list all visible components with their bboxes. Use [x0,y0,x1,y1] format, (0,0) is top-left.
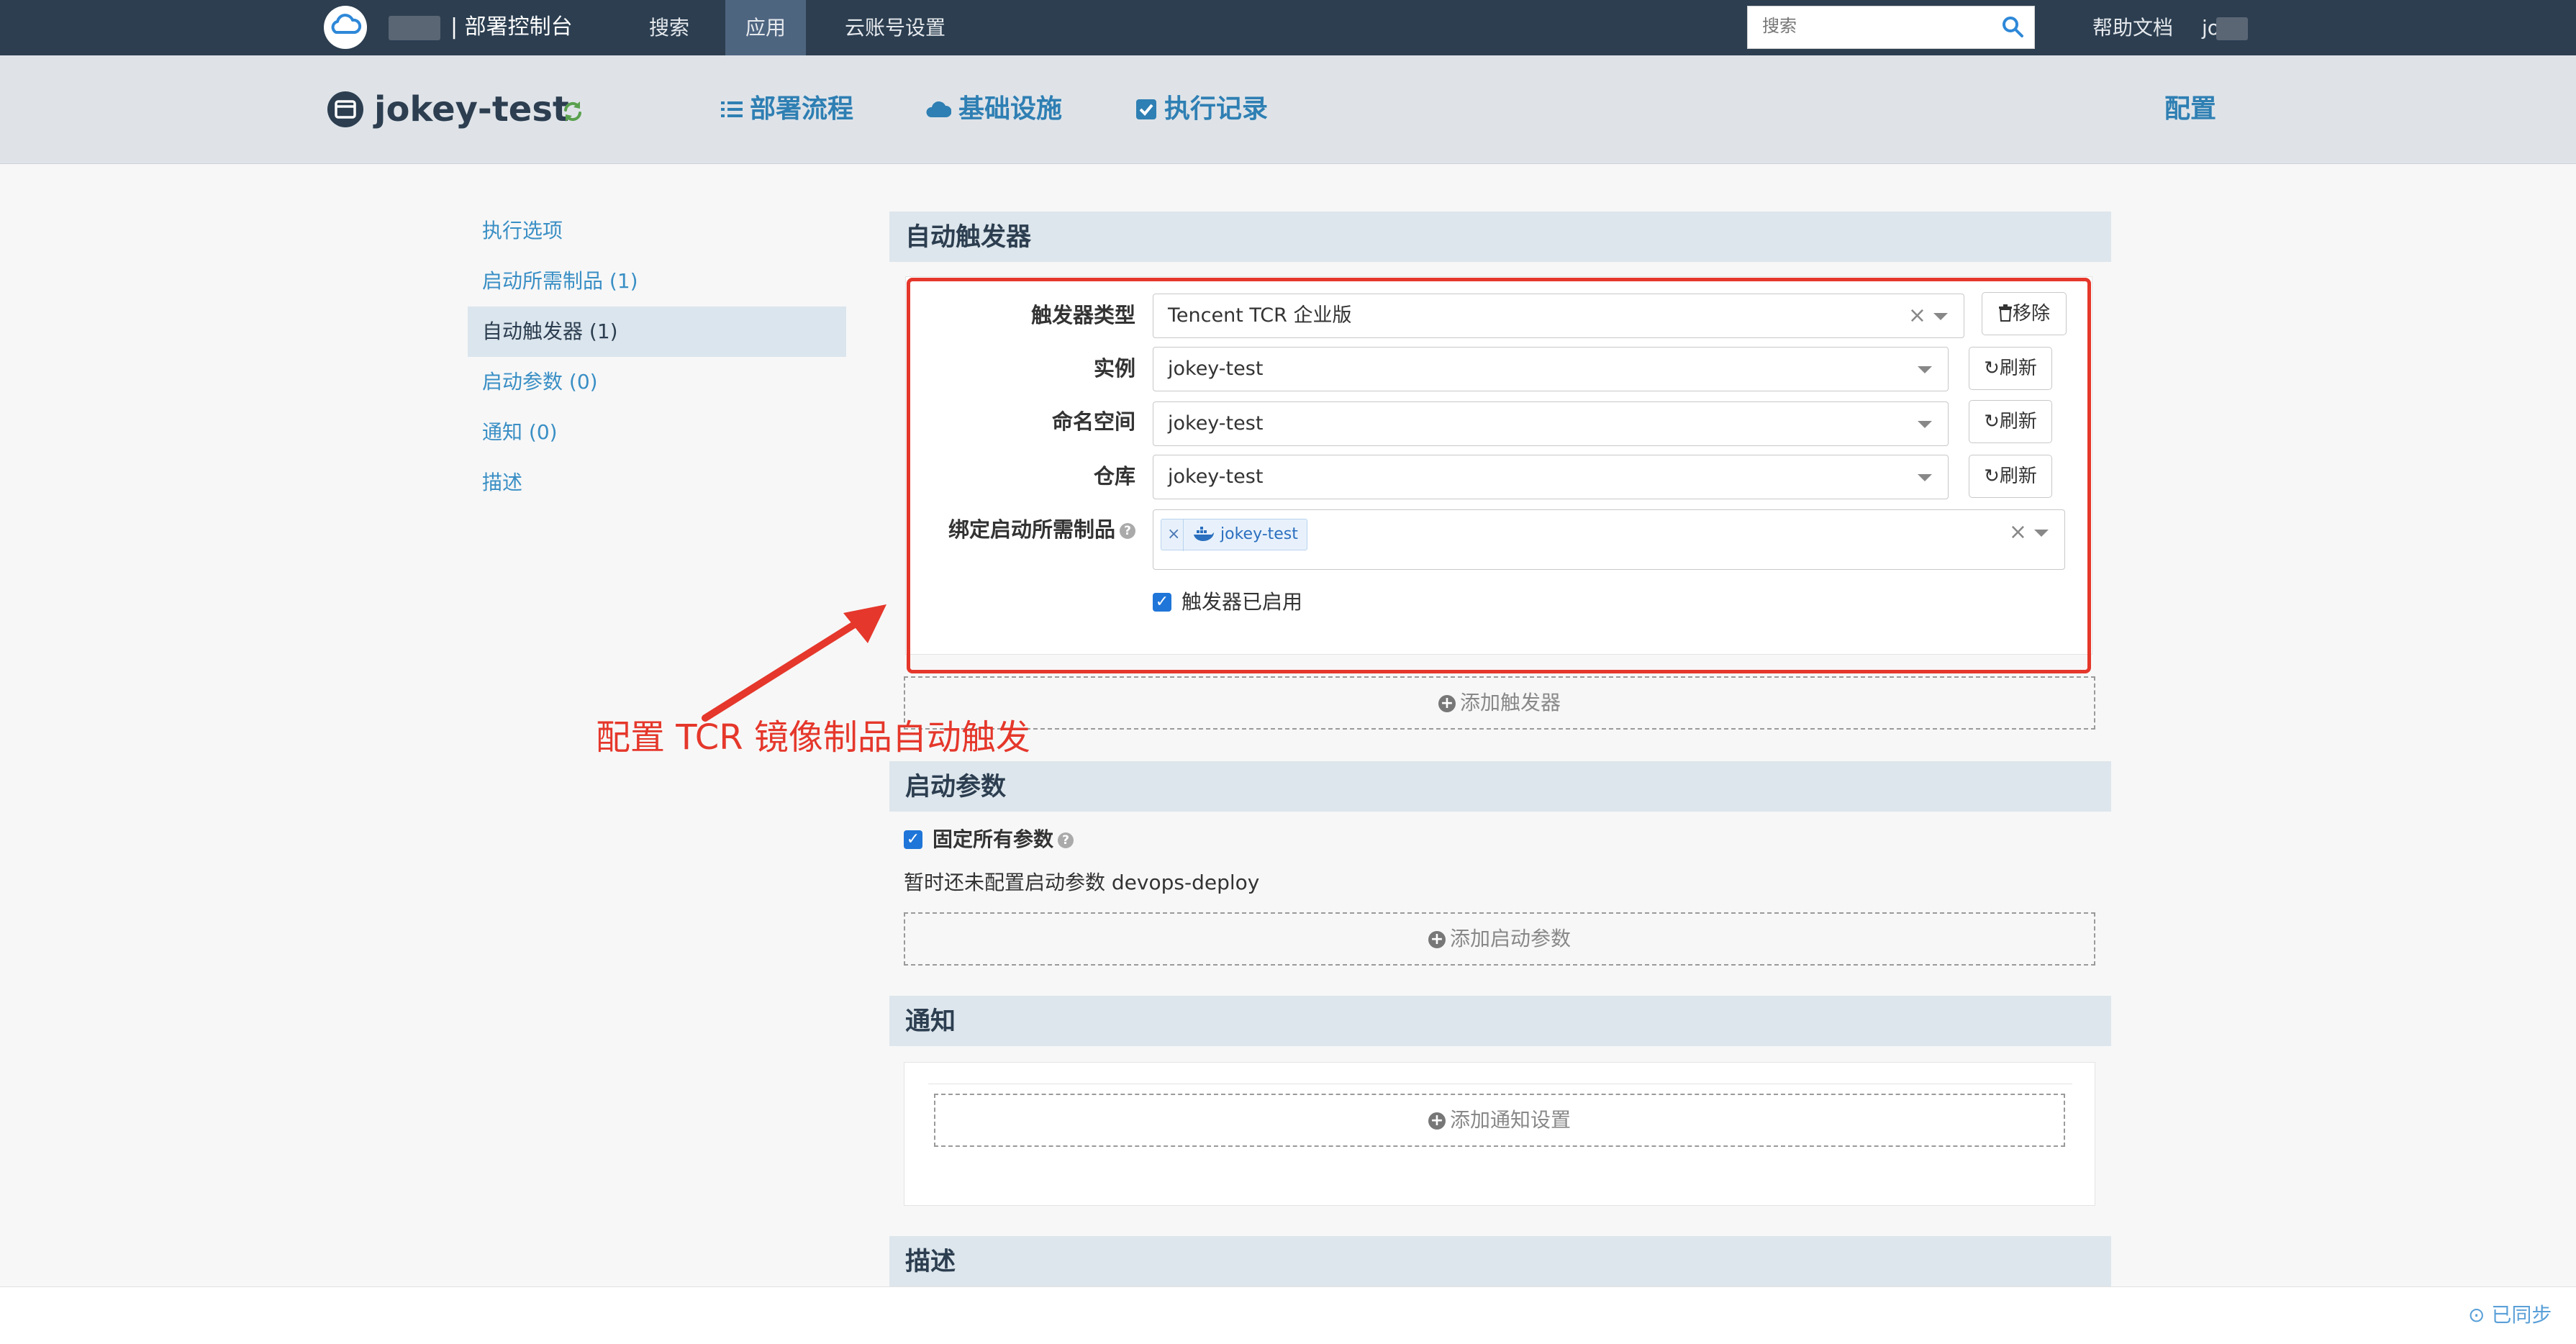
check-circle-icon: ⊙ [2468,1303,2485,1327]
cloud-logo-icon[interactable] [324,6,367,49]
list-icon [721,101,743,117]
help-icon[interactable]: ? [1058,832,1074,848]
app-title: jokey-test [374,89,569,130]
add-param-label: 添加启动参数 [1449,927,1571,950]
check-square-icon [1136,99,1156,119]
tab-execution-history[interactable]: 执行记录 [1135,85,1268,134]
tab-infrastructure-label: 基础设施 [958,94,1063,124]
sync-status-label: 已同步 [2491,1303,2552,1327]
redacted-org-name [389,16,440,40]
help-docs-link[interactable]: 帮助文档 [2092,0,2173,55]
add-trigger-button[interactable]: + 添加触发器 [904,676,2095,730]
add-notification-button[interactable]: + 添加通知设置 [934,1094,2065,1147]
plus-circle-icon: + [1438,695,1456,712]
redacted-user-name [2216,17,2248,40]
section-heading-triggers: 自动触发器 [889,212,2111,262]
app-window-icon [327,91,363,127]
add-notification-label: 添加通知设置 [1449,1108,1571,1132]
add-param-button[interactable]: + 添加启动参数 [904,912,2095,966]
annotation-arrow-icon [702,604,886,722]
tab-deploy-pipeline-label: 部署流程 [750,94,854,124]
status-bar [0,1286,2576,1344]
sidebar-item-launch-params[interactable]: 启动参数 (0) [468,357,846,407]
sidebar-item-execution-options[interactable]: 执行选项 [468,206,846,256]
fix-all-params-text: 固定所有参数 [933,827,1054,851]
nav-cloud-account-settings[interactable]: 云账号设置 [845,0,945,55]
nav-apps[interactable]: 应用 [725,0,807,55]
section-heading-params: 启动参数 [889,761,2111,812]
sync-status: ⊙ 已同步 [2468,1301,2552,1330]
section-heading-notify: 通知 [889,996,2111,1046]
refresh-icon[interactable] [560,99,586,124]
tab-execution-history-label: 执行记录 [1164,94,1269,124]
nav-search[interactable]: 搜索 [649,0,689,55]
sidebar-item-required-artifacts[interactable]: 启动所需制品 (1) [468,256,846,307]
annotation-text: 配置 TCR 镜像制品自动触发 [596,717,1030,758]
global-search-input[interactable] [1748,6,1978,47]
config-link[interactable]: 配置 [2164,85,2216,134]
add-trigger-label: 添加触发器 [1459,691,1561,714]
tab-infrastructure[interactable]: 基础设施 [925,85,1062,134]
cloud-icon [926,101,951,117]
sidebar-item-notifications[interactable]: 通知 (0) [468,407,846,458]
plus-circle-icon: + [1428,931,1446,948]
sidebar-item-auto-triggers[interactable]: 自动触发器 (1) [468,307,846,357]
global-search-box[interactable] [1747,6,2035,49]
section-heading-description: 描述 [889,1236,2111,1286]
params-empty-text: 暂时还未配置启动参数 devops-deploy [904,871,1260,894]
fix-all-params-checkbox[interactable]: ✓ [904,830,922,849]
brand-title: | 部署控制台 [450,14,573,40]
search-icon[interactable] [2000,14,2025,39]
sidebar-item-description[interactable]: 描述 [468,458,846,508]
plus-circle-icon: + [1428,1112,1446,1130]
top-navbar [0,0,2576,55]
annotation-highlight-box [907,278,2091,673]
fix-all-params-label: 固定所有参数? [933,825,1074,855]
tab-deploy-pipeline[interactable]: 部署流程 [721,85,853,134]
